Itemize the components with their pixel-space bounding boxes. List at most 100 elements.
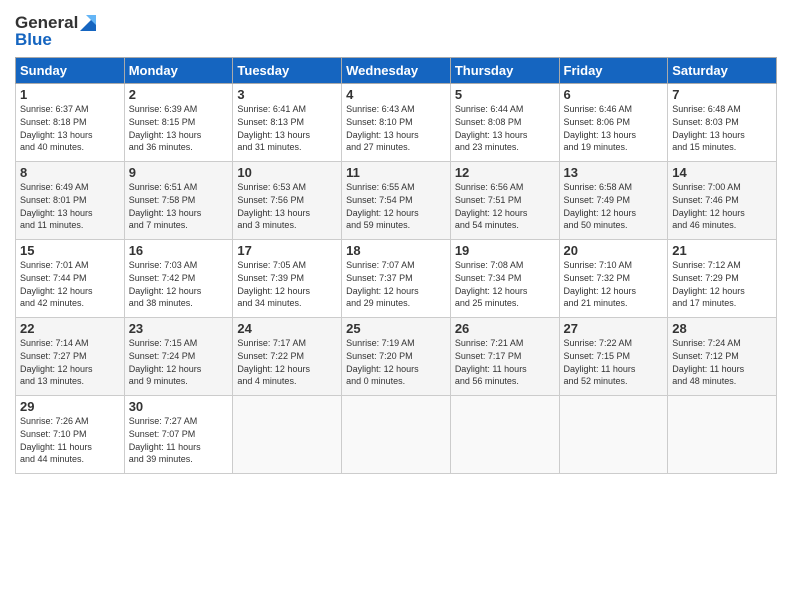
cell-info: Sunrise: 7:15 AMSunset: 7:24 PMDaylight:…: [129, 338, 202, 386]
cell-info: Sunrise: 6:37 AMSunset: 8:18 PMDaylight:…: [20, 104, 93, 152]
calendar-cell: 8 Sunrise: 6:49 AMSunset: 8:01 PMDaylight…: [16, 162, 125, 240]
day-number: 26: [455, 321, 555, 336]
day-number: 3: [237, 87, 337, 102]
col-header-friday: Friday: [559, 58, 668, 84]
calendar-cell: 30 Sunrise: 7:27 AMSunset: 7:07 PMDayligh…: [124, 396, 233, 474]
calendar-cell: [668, 396, 777, 474]
day-number: 16: [129, 243, 229, 258]
calendar-cell: 4 Sunrise: 6:43 AMSunset: 8:10 PMDaylight…: [342, 84, 451, 162]
day-number: 18: [346, 243, 446, 258]
day-number: 27: [564, 321, 664, 336]
day-number: 6: [564, 87, 664, 102]
cell-info: Sunrise: 7:26 AMSunset: 7:10 PMDaylight:…: [20, 416, 92, 464]
cell-info: Sunrise: 7:03 AMSunset: 7:42 PMDaylight:…: [129, 260, 202, 308]
day-number: 29: [20, 399, 120, 414]
day-number: 12: [455, 165, 555, 180]
calendar-cell: 15 Sunrise: 7:01 AMSunset: 7:44 PMDayligh…: [16, 240, 125, 318]
cell-info: Sunrise: 7:22 AMSunset: 7:15 PMDaylight:…: [564, 338, 636, 386]
calendar-cell: 23 Sunrise: 7:15 AMSunset: 7:24 PMDayligh…: [124, 318, 233, 396]
cell-info: Sunrise: 7:08 AMSunset: 7:34 PMDaylight:…: [455, 260, 528, 308]
day-number: 24: [237, 321, 337, 336]
day-number: 10: [237, 165, 337, 180]
day-number: 22: [20, 321, 120, 336]
calendar-cell: 20 Sunrise: 7:10 AMSunset: 7:32 PMDayligh…: [559, 240, 668, 318]
calendar-cell: 24 Sunrise: 7:17 AMSunset: 7:22 PMDayligh…: [233, 318, 342, 396]
calendar-cell: 17 Sunrise: 7:05 AMSunset: 7:39 PMDayligh…: [233, 240, 342, 318]
day-number: 23: [129, 321, 229, 336]
cell-info: Sunrise: 7:05 AMSunset: 7:39 PMDaylight:…: [237, 260, 310, 308]
day-number: 19: [455, 243, 555, 258]
cell-info: Sunrise: 6:41 AMSunset: 8:13 PMDaylight:…: [237, 104, 310, 152]
calendar-table: SundayMondayTuesdayWednesdayThursdayFrid…: [15, 57, 777, 474]
calendar-cell: 1 Sunrise: 6:37 AMSunset: 8:18 PMDaylight…: [16, 84, 125, 162]
cell-info: Sunrise: 7:14 AMSunset: 7:27 PMDaylight:…: [20, 338, 93, 386]
col-header-thursday: Thursday: [450, 58, 559, 84]
cell-info: Sunrise: 7:00 AMSunset: 7:46 PMDaylight:…: [672, 182, 745, 230]
day-number: 15: [20, 243, 120, 258]
cell-info: Sunrise: 6:51 AMSunset: 7:58 PMDaylight:…: [129, 182, 202, 230]
calendar-cell: [233, 396, 342, 474]
calendar-cell: 22 Sunrise: 7:14 AMSunset: 7:27 PMDayligh…: [16, 318, 125, 396]
day-number: 20: [564, 243, 664, 258]
day-number: 11: [346, 165, 446, 180]
calendar-cell: [450, 396, 559, 474]
day-number: 30: [129, 399, 229, 414]
calendar-cell: 21 Sunrise: 7:12 AMSunset: 7:29 PMDayligh…: [668, 240, 777, 318]
calendar-cell: 29 Sunrise: 7:26 AMSunset: 7:10 PMDayligh…: [16, 396, 125, 474]
calendar-cell: 25 Sunrise: 7:19 AMSunset: 7:20 PMDayligh…: [342, 318, 451, 396]
day-number: 5: [455, 87, 555, 102]
cell-info: Sunrise: 7:01 AMSunset: 7:44 PMDaylight:…: [20, 260, 93, 308]
col-header-sunday: Sunday: [16, 58, 125, 84]
day-number: 28: [672, 321, 772, 336]
cell-info: Sunrise: 7:17 AMSunset: 7:22 PMDaylight:…: [237, 338, 310, 386]
cell-info: Sunrise: 6:46 AMSunset: 8:06 PMDaylight:…: [564, 104, 637, 152]
day-number: 21: [672, 243, 772, 258]
calendar-cell: 26 Sunrise: 7:21 AMSunset: 7:17 PMDayligh…: [450, 318, 559, 396]
calendar-cell: 3 Sunrise: 6:41 AMSunset: 8:13 PMDaylight…: [233, 84, 342, 162]
cell-info: Sunrise: 6:49 AMSunset: 8:01 PMDaylight:…: [20, 182, 93, 230]
calendar-cell: 28 Sunrise: 7:24 AMSunset: 7:12 PMDayligh…: [668, 318, 777, 396]
col-header-monday: Monday: [124, 58, 233, 84]
logo: General Blue: [15, 14, 96, 49]
day-number: 1: [20, 87, 120, 102]
cell-info: Sunrise: 6:48 AMSunset: 8:03 PMDaylight:…: [672, 104, 745, 152]
day-number: 2: [129, 87, 229, 102]
calendar-cell: 19 Sunrise: 7:08 AMSunset: 7:34 PMDayligh…: [450, 240, 559, 318]
calendar-cell: [342, 396, 451, 474]
calendar-cell: 7 Sunrise: 6:48 AMSunset: 8:03 PMDaylight…: [668, 84, 777, 162]
calendar-cell: 9 Sunrise: 6:51 AMSunset: 7:58 PMDaylight…: [124, 162, 233, 240]
cell-info: Sunrise: 6:44 AMSunset: 8:08 PMDaylight:…: [455, 104, 528, 152]
cell-info: Sunrise: 7:21 AMSunset: 7:17 PMDaylight:…: [455, 338, 527, 386]
day-number: 9: [129, 165, 229, 180]
day-number: 7: [672, 87, 772, 102]
day-number: 4: [346, 87, 446, 102]
calendar-cell: 2 Sunrise: 6:39 AMSunset: 8:15 PMDaylight…: [124, 84, 233, 162]
cell-info: Sunrise: 6:53 AMSunset: 7:56 PMDaylight:…: [237, 182, 310, 230]
col-header-wednesday: Wednesday: [342, 58, 451, 84]
cell-info: Sunrise: 7:19 AMSunset: 7:20 PMDaylight:…: [346, 338, 419, 386]
col-header-saturday: Saturday: [668, 58, 777, 84]
cell-info: Sunrise: 7:24 AMSunset: 7:12 PMDaylight:…: [672, 338, 744, 386]
calendar-cell: 14 Sunrise: 7:00 AMSunset: 7:46 PMDayligh…: [668, 162, 777, 240]
day-number: 17: [237, 243, 337, 258]
cell-info: Sunrise: 6:43 AMSunset: 8:10 PMDaylight:…: [346, 104, 419, 152]
cell-info: Sunrise: 6:56 AMSunset: 7:51 PMDaylight:…: [455, 182, 528, 230]
cell-info: Sunrise: 7:27 AMSunset: 7:07 PMDaylight:…: [129, 416, 201, 464]
calendar-cell: 18 Sunrise: 7:07 AMSunset: 7:37 PMDayligh…: [342, 240, 451, 318]
cell-info: Sunrise: 7:12 AMSunset: 7:29 PMDaylight:…: [672, 260, 745, 308]
calendar-cell: 27 Sunrise: 7:22 AMSunset: 7:15 PMDayligh…: [559, 318, 668, 396]
cell-info: Sunrise: 7:10 AMSunset: 7:32 PMDaylight:…: [564, 260, 637, 308]
day-number: 13: [564, 165, 664, 180]
cell-info: Sunrise: 6:39 AMSunset: 8:15 PMDaylight:…: [129, 104, 202, 152]
calendar-cell: 11 Sunrise: 6:55 AMSunset: 7:54 PMDayligh…: [342, 162, 451, 240]
day-number: 25: [346, 321, 446, 336]
calendar-cell: 16 Sunrise: 7:03 AMSunset: 7:42 PMDayligh…: [124, 240, 233, 318]
calendar-cell: 10 Sunrise: 6:53 AMSunset: 7:56 PMDayligh…: [233, 162, 342, 240]
day-number: 8: [20, 165, 120, 180]
calendar-cell: 5 Sunrise: 6:44 AMSunset: 8:08 PMDaylight…: [450, 84, 559, 162]
cell-info: Sunrise: 6:55 AMSunset: 7:54 PMDaylight:…: [346, 182, 419, 230]
cell-info: Sunrise: 7:07 AMSunset: 7:37 PMDaylight:…: [346, 260, 419, 308]
calendar-cell: [559, 396, 668, 474]
day-number: 14: [672, 165, 772, 180]
cell-info: Sunrise: 6:58 AMSunset: 7:49 PMDaylight:…: [564, 182, 637, 230]
